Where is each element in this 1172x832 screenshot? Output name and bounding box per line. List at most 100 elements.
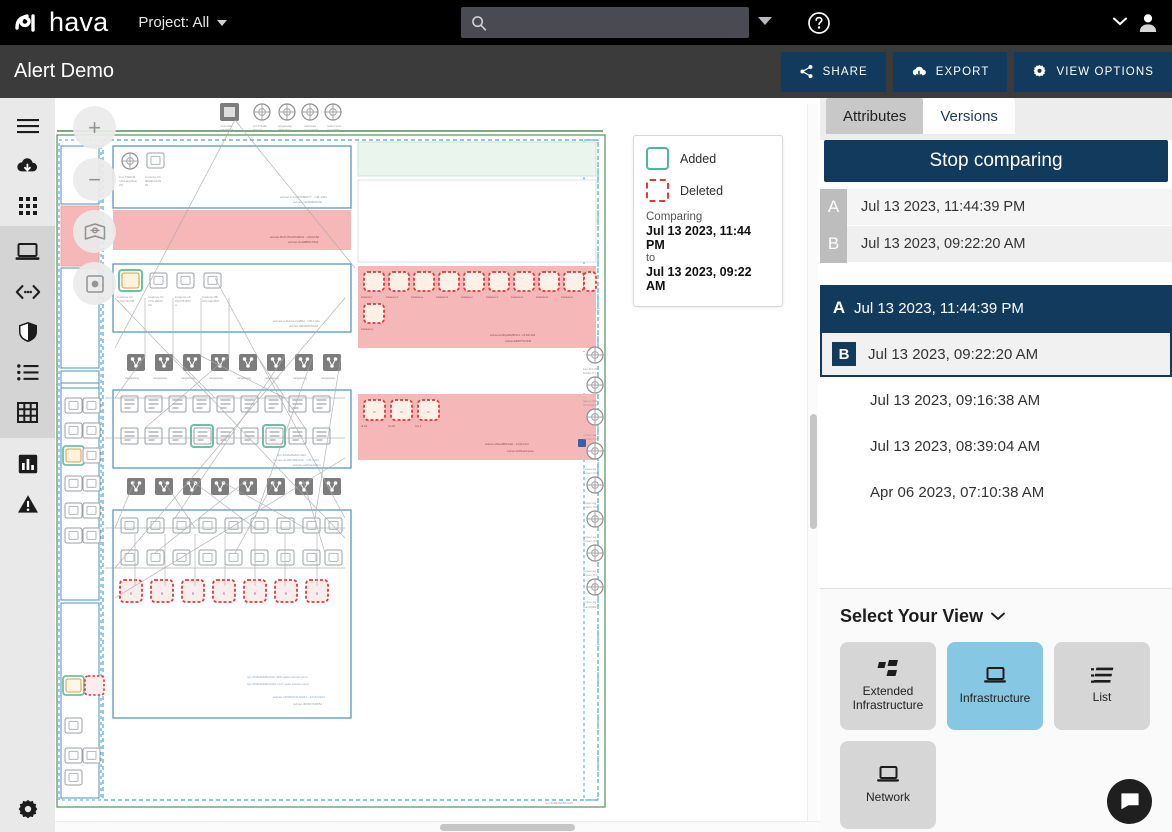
sidebar-item-reports[interactable]	[0, 444, 55, 484]
versions-panel: Stop comparing A Jul 13 2023, 11:44:39 P…	[820, 140, 1172, 588]
zoom-controls: + −	[73, 106, 116, 305]
tab-attributes[interactable]: Attributes	[826, 98, 923, 134]
svg-text:natgateway: natgateway	[321, 376, 336, 380]
fit-to-screen-button[interactable]	[73, 210, 116, 253]
compare-slot-a-date: Jul 13 2023, 11:44:39 PM	[861, 199, 1025, 215]
compare-slot-b[interactable]: B Jul 13 2023, 09:22:20 AM	[820, 226, 1172, 263]
brand-logo[interactable]: hava	[14, 7, 108, 38]
sidebar-item-import[interactable]	[0, 146, 55, 186]
minus-icon: −	[88, 167, 101, 193]
view-card-list-label: List	[1093, 691, 1112, 705]
svg-text:natewwqsi: natewwqsi	[304, 124, 317, 128]
share-button[interactable]: SHARE	[781, 52, 886, 92]
version-item-5[interactable]: Apr 06 2023, 07:10:38 AM	[820, 469, 1172, 515]
compare-slot-b-chip: B	[820, 226, 847, 263]
triangle-down-icon[interactable]	[758, 17, 772, 25]
legend-added-label: Added	[680, 152, 716, 166]
search-box[interactable]	[461, 7, 749, 38]
stop-comparing-button[interactable]: Stop comparing	[824, 140, 1168, 182]
legend-date-b: Jul 13 2023, 09:22 AM	[646, 265, 770, 293]
sidebar-item-security[interactable]	[0, 312, 55, 352]
view-card-extended-infrastructure[interactable]: Extended Infrastructure	[840, 642, 936, 730]
svg-text:magonHa9b: magonHa9b	[304, 128, 319, 132]
horizontal-scrollbar[interactable]	[55, 821, 820, 832]
version-item-a-chip: A	[824, 298, 854, 318]
compare-slot-a[interactable]: A Jul 13 2023, 11:44:39 PM	[820, 189, 1172, 226]
extended-infrastructure-icon	[877, 659, 899, 678]
sidebar-item-alerts[interactable]	[0, 484, 55, 524]
view-cards-grid: Extended Infrastructure Infrastructure	[840, 642, 1150, 829]
diagram-canvas[interactable]: route-table0x8d3fKCR vpc-47Sa9n40w1w1 sg…	[55, 98, 820, 832]
reset-view-button[interactable]	[73, 262, 116, 305]
svg-text:vpc-4f3fa4b48Dc0aS n08c asdw s: vpc-4f3fa4b48Dc0aS n08c asdw subnet-jnnn…	[247, 675, 308, 679]
grid-dots-icon	[18, 196, 38, 216]
version-item-a[interactable]: A Jul 13 2023, 11:44:39 PM	[820, 285, 1172, 331]
sidebar-item-code[interactable]	[0, 272, 55, 312]
view-card-network[interactable]: Network	[840, 741, 936, 829]
sidebar-item-settings[interactable]	[0, 788, 55, 832]
svg-text:subnet-1b4bbpcfc1a1a: subnet-1b4bbpcfc1a1a	[507, 449, 534, 453]
question-circle-icon[interactable]	[807, 11, 831, 35]
warning-triangle-icon	[17, 494, 39, 514]
cloud-download-icon	[16, 157, 39, 176]
svg-text:2O: 2O	[119, 183, 124, 187]
sidebar-group-bottom	[0, 438, 55, 524]
search-icon	[471, 15, 487, 31]
svg-text:vpc-4f3fa4b48Dc0aS: vpc-4f3fa4b48Dc0aS	[545, 801, 573, 805]
zoom-in-button[interactable]: +	[73, 106, 116, 149]
version-item-a-date: Jul 13 2023, 11:44:39 PM	[854, 300, 1024, 317]
svg-text:mnv-5d2bl: mnv-5d2bl	[327, 128, 340, 132]
sidebar-item-list[interactable]	[0, 352, 55, 392]
view-card-infrastructure[interactable]: Infrastructure	[947, 642, 1043, 730]
view-options-button[interactable]: VIEW OPTIONS	[1014, 52, 1172, 92]
svg-text:instance-a: instance-a	[411, 295, 424, 299]
svg-text:instance-q: instance-q	[361, 327, 374, 331]
svg-text:accounr-7b.8: accounr-7b.8	[583, 506, 598, 509]
svg-text:gate-m.1b02s: gate-m.1b02s	[583, 400, 599, 403]
sidebar-item-infrastructure[interactable]	[0, 232, 55, 272]
zoom-out-button[interactable]: −	[73, 158, 116, 201]
project-selector[interactable]: Project: All	[138, 14, 227, 31]
svg-text:accounr-7b.8: accounr-7b.8	[583, 574, 598, 577]
vertical-scrollbar-thumb[interactable]	[810, 414, 817, 529]
sidebar-item-apps[interactable]	[0, 186, 55, 226]
sidebar-item-table[interactable]	[0, 392, 55, 432]
view-card-list[interactable]: List	[1054, 642, 1150, 730]
svg-text:accounr-7b.8: accounr-7b.8	[583, 472, 598, 475]
chevron-down-icon[interactable]	[1113, 17, 1127, 26]
svg-text:2G: 2G	[148, 303, 153, 307]
svg-text:subnet-3a8B77fG7bd8: subnet-3a8B77fG7bd8	[505, 339, 532, 343]
compare-slots: A Jul 13 2023, 11:44:39 PM B Jul 13 2023…	[820, 189, 1172, 263]
tab-versions-label: Versions	[940, 108, 998, 125]
svg-text:subnet-4b0907fc8852: subnet-4b0907fc8852	[293, 702, 322, 706]
version-item-3[interactable]: Jul 13 2023, 09:16:38 AM	[820, 377, 1172, 423]
svg-text:0uan19498c: 0uan19498c	[583, 606, 598, 609]
fit-to-screen-icon	[84, 222, 106, 242]
search-input[interactable]	[495, 15, 739, 30]
diagram-content: route-table0x8d3fKCR vpc-47Sa9n40w1w1 sg…	[55, 98, 820, 832]
export-button[interactable]: EXPORT	[893, 52, 1008, 92]
cloud-download-icon	[911, 65, 927, 79]
page-header: Alert Demo SHARE EXPORT	[0, 45, 1172, 98]
svg-text:nwkmmqoot: nwkmmqoot	[327, 124, 341, 128]
legend-deleted-label: Deleted	[680, 184, 723, 198]
laptop-icon	[15, 242, 40, 262]
user-avatar-icon[interactable]	[1136, 11, 1160, 35]
version-item-b-chip: B	[832, 342, 856, 366]
version-item-4[interactable]: Jul 13 2023, 08:39:04 AM	[820, 423, 1172, 469]
select-view-header[interactable]: Select Your View	[840, 606, 1172, 627]
svg-text:ta.Cb: ta.Cb	[361, 424, 368, 428]
version-item-b[interactable]: B Jul 13 2023, 09:22:20 AM	[820, 331, 1172, 377]
vertical-scrollbar[interactable]	[807, 104, 818, 826]
tab-versions[interactable]: Versions	[923, 98, 1015, 134]
svg-text:Ca.b9: Ca.b9	[388, 424, 395, 428]
sidebar-item-menu[interactable]	[0, 106, 55, 146]
legend-row-added: Added	[646, 147, 770, 170]
view-card-extended-infrastructure-label: Extended Infrastructure	[844, 685, 932, 713]
svg-text:2G2Y8.R07: 2G2Y8.R07	[175, 299, 191, 303]
horizontal-scrollbar-thumb[interactable]	[440, 824, 575, 831]
chat-bubble-icon[interactable]	[1107, 779, 1152, 824]
svg-text:subnet-73bB2Bd5bbb: subnet-73bB2Bd5bbb	[293, 200, 322, 204]
sidebar-group-views	[0, 226, 55, 438]
svg-text:subnet-n 4b1c4-c4n88d - m8i-1d: subnet-n 4b1c4-c4n88d - m8i-1d4q	[273, 319, 320, 323]
